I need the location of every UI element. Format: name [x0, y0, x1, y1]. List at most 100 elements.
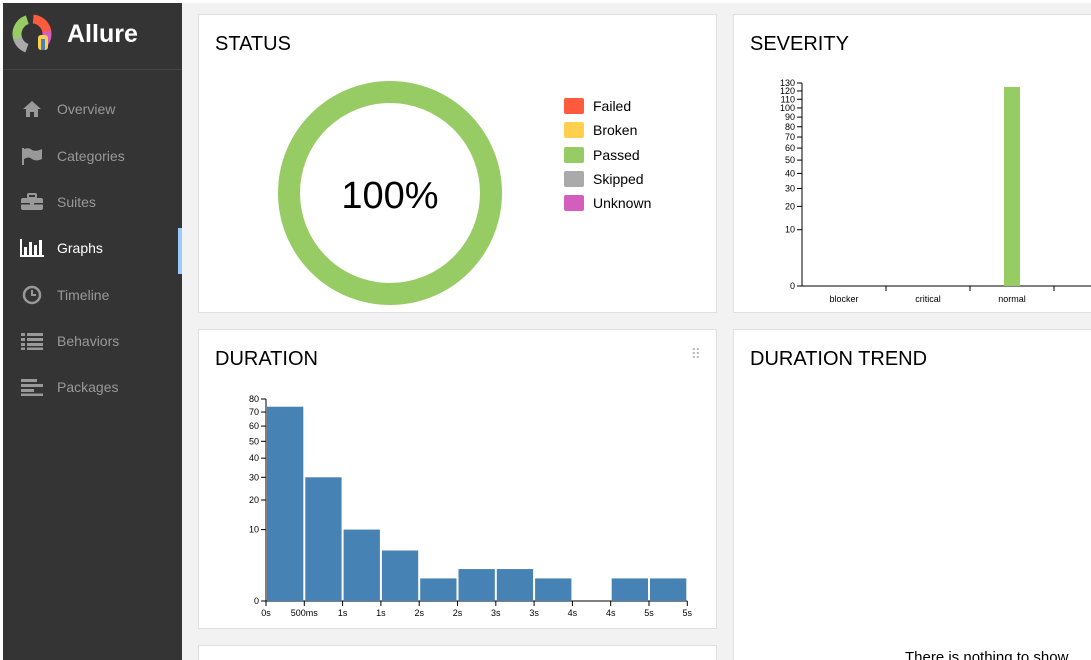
y-tick-label: 0 — [254, 596, 259, 606]
duration-widget: DURATION ⠿ 0 10 20 30 40 50 60 70 80 0s 500ms 1s 1s 2… — [198, 329, 717, 629]
skipped-swatch — [564, 171, 584, 188]
clock-icon — [20, 285, 44, 305]
duration-bar[interactable] — [496, 569, 534, 601]
status-percent: 100% — [341, 175, 438, 217]
widget-title: DURATION — [215, 348, 318, 370]
failed-swatch — [564, 98, 584, 115]
legend-label: Unknown — [593, 195, 652, 212]
x-tick-label: 500ms — [291, 608, 319, 618]
severity-widget: SEVERITY 0 10 20 30 40 50 60 70 80 90 100 110 120 130… — [733, 14, 1091, 313]
duration-bar[interactable] — [305, 477, 342, 601]
y-tick-label: 80 — [785, 122, 795, 132]
duration-bar[interactable] — [650, 578, 687, 601]
sidebar-item-overview[interactable]: Overview — [3, 89, 182, 129]
x-tick-label: 5s — [683, 608, 693, 618]
briefcase-icon — [20, 192, 44, 212]
y-tick-label: 100 — [780, 103, 795, 113]
y-tick-label: 20 — [785, 201, 795, 211]
sidebar-item-label: Suites — [57, 194, 96, 210]
duration-bar[interactable] — [267, 406, 304, 601]
y-tick-label: 50 — [785, 155, 795, 165]
y-tick-label: 70 — [785, 132, 795, 142]
sidebar: Allure Overview Categories Suites Graphs — [3, 3, 182, 660]
list-icon — [20, 331, 44, 351]
y-tick-label: 130 — [780, 78, 795, 88]
severity-bar[interactable] — [1004, 86, 1020, 286]
y-tick-label: 70 — [249, 407, 259, 417]
app-frame: Allure Overview Categories Suites Graphs — [3, 3, 1091, 660]
sidebar-item-packages[interactable]: Packages — [3, 367, 182, 407]
y-tick-label: 30 — [785, 183, 795, 193]
legend-item-unknown[interactable]: Unknown — [564, 191, 651, 215]
next-widget — [198, 645, 717, 660]
x-tick-label: 3s — [491, 608, 501, 618]
sidebar-item-label: Packages — [57, 379, 119, 395]
y-tick-label: 50 — [249, 436, 259, 446]
x-tick-label: 4s — [568, 608, 578, 618]
widget-title: DURATION TREND — [750, 348, 928, 370]
duration-bar[interactable] — [420, 578, 457, 601]
x-tick-label: 4s — [606, 608, 616, 618]
duration-bar[interactable] — [458, 569, 495, 601]
flag-icon — [20, 146, 44, 166]
status-widget: STATUS 100% Failed Broken Passed Skipped… — [198, 14, 717, 313]
duration-bar[interactable] — [611, 578, 648, 601]
widget-title: STATUS — [215, 33, 291, 55]
y-tick-label: 60 — [785, 143, 795, 153]
brand-name: Allure — [67, 20, 138, 48]
legend-item-skipped[interactable]: Skipped — [564, 167, 651, 191]
sidebar-item-label: Overview — [57, 101, 116, 117]
sidebar-item-label: Behaviors — [57, 333, 120, 349]
duration-trend-widget: DURATION TREND There is nothing to show — [733, 329, 1091, 660]
x-tick-label: 5s — [644, 608, 654, 618]
y-tick-label: 90 — [785, 112, 795, 122]
sidebar-item-label: Timeline — [57, 287, 110, 303]
y-tick-label: 40 — [249, 453, 259, 463]
y-tick-label: 20 — [249, 495, 259, 505]
home-icon — [20, 99, 44, 119]
y-tick-label: 10 — [249, 525, 259, 535]
empty-message: There is nothing to show — [905, 649, 1069, 660]
legend-item-broken[interactable]: Broken — [564, 118, 651, 142]
severity-chart[interactable]: 0102030405060708090100110120130blocker cr… — [734, 75, 1091, 315]
legend-label: Broken — [593, 122, 638, 139]
align-left-icon — [20, 377, 44, 397]
bar-chart-icon — [20, 238, 44, 258]
x-tick-label: 3s — [529, 608, 539, 618]
legend-item-passed[interactable]: Passed — [564, 143, 651, 167]
legend-label: Failed — [593, 98, 632, 115]
y-tick-label: 60 — [249, 421, 259, 431]
sidebar-item-label: Categories — [57, 148, 125, 164]
x-tick-label: 1s — [338, 608, 348, 618]
legend-label: Passed — [593, 146, 640, 163]
duration-bar[interactable] — [535, 578, 572, 601]
sidebar-item-behaviors[interactable]: Behaviors — [3, 321, 182, 361]
y-tick-label: 0 — [790, 281, 795, 291]
sidebar-item-timeline[interactable]: Timeline — [3, 275, 182, 315]
sidebar-item-categories[interactable]: Categories — [3, 136, 182, 176]
status-legend: Failed Broken Passed Skipped Unknown — [564, 94, 651, 215]
legend-label: Skipped — [593, 171, 644, 188]
legend-item-failed[interactable]: Failed — [564, 94, 651, 118]
y-tick-label: 80 — [249, 394, 259, 404]
sidebar-item-graphs[interactable]: Graphs — [3, 228, 182, 274]
y-tick-label: 40 — [785, 168, 795, 178]
x-tick-label: blocker — [829, 294, 858, 304]
drag-handle-icon[interactable]: ⠿ — [691, 346, 701, 363]
x-tick-label: 2s — [453, 608, 463, 618]
x-tick-label: normal — [998, 294, 1026, 304]
status-donut-chart[interactable]: 100% — [275, 78, 505, 308]
x-tick-label: 1s — [376, 608, 386, 618]
unknown-swatch — [564, 195, 584, 212]
sidebar-item-suites[interactable]: Suites — [3, 182, 182, 222]
y-tick-label: 30 — [249, 472, 259, 482]
passed-swatch — [564, 146, 584, 163]
duration-bar[interactable] — [381, 550, 419, 602]
x-tick-label: critical — [915, 294, 941, 304]
widget-title: SEVERITY — [750, 33, 849, 55]
x-tick-label: 0s — [261, 608, 271, 618]
duration-bar[interactable] — [343, 529, 380, 601]
brand[interactable]: Allure — [3, 3, 182, 70]
sidebar-item-label: Graphs — [57, 240, 103, 256]
duration-chart[interactable]: 0 10 20 30 40 50 60 70 80 0s 500ms 1s 1s 2s 2s 3s 3s 4s 4s… — [199, 390, 718, 630]
